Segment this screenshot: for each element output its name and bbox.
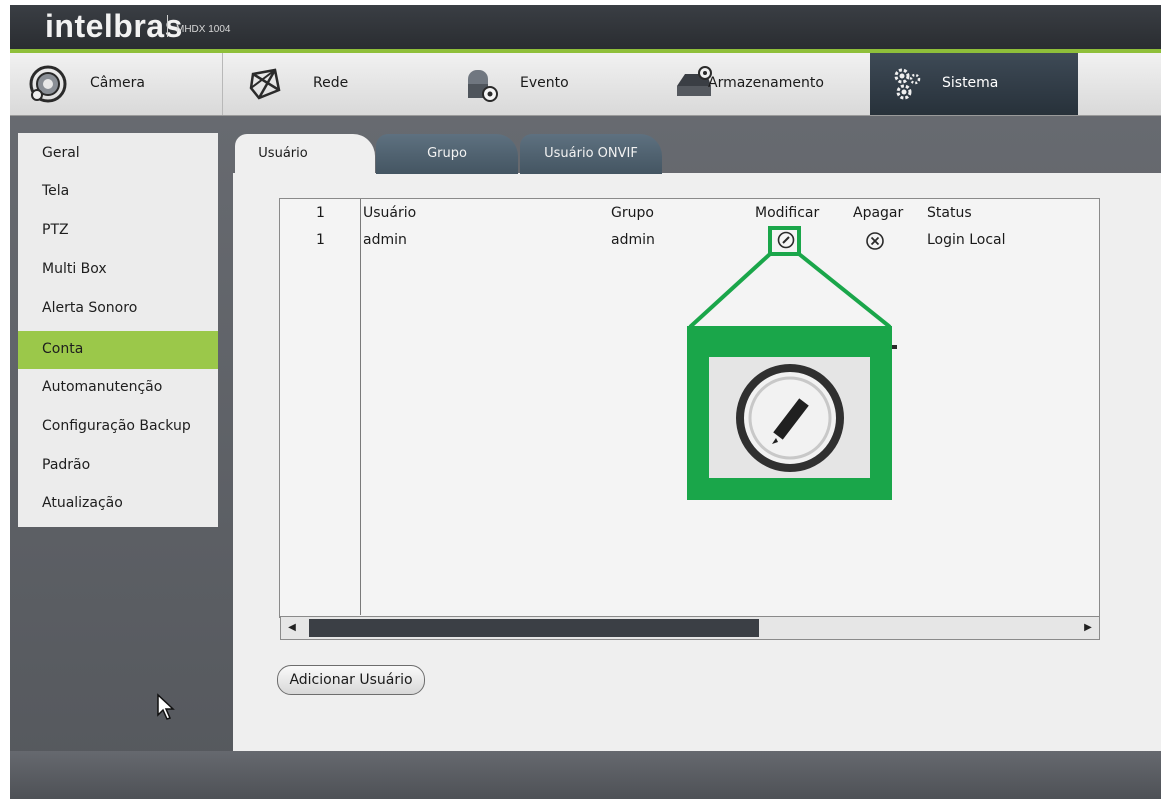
zoom-callout-view [709,357,870,478]
scroll-right-icon[interactable]: ▶ [1079,617,1097,639]
zoom-callout [687,326,892,500]
edit-icon-magnified [736,364,844,472]
add-user-button[interactable]: Adicionar Usuário [277,665,425,695]
dvr-screen: intelbras MHDX 1004 Câmera Rede Evento A… [10,5,1161,799]
bottom-bar [10,751,1161,799]
horizontal-scrollbar[interactable]: ◀ ▶ [280,616,1100,640]
mouse-cursor-icon [157,693,175,720]
edit-icon-highlight [768,226,801,256]
zoom-callout-lines [688,252,897,349]
scrollbar-thumb[interactable] [309,619,759,637]
scroll-left-icon[interactable]: ◀ [283,617,301,639]
